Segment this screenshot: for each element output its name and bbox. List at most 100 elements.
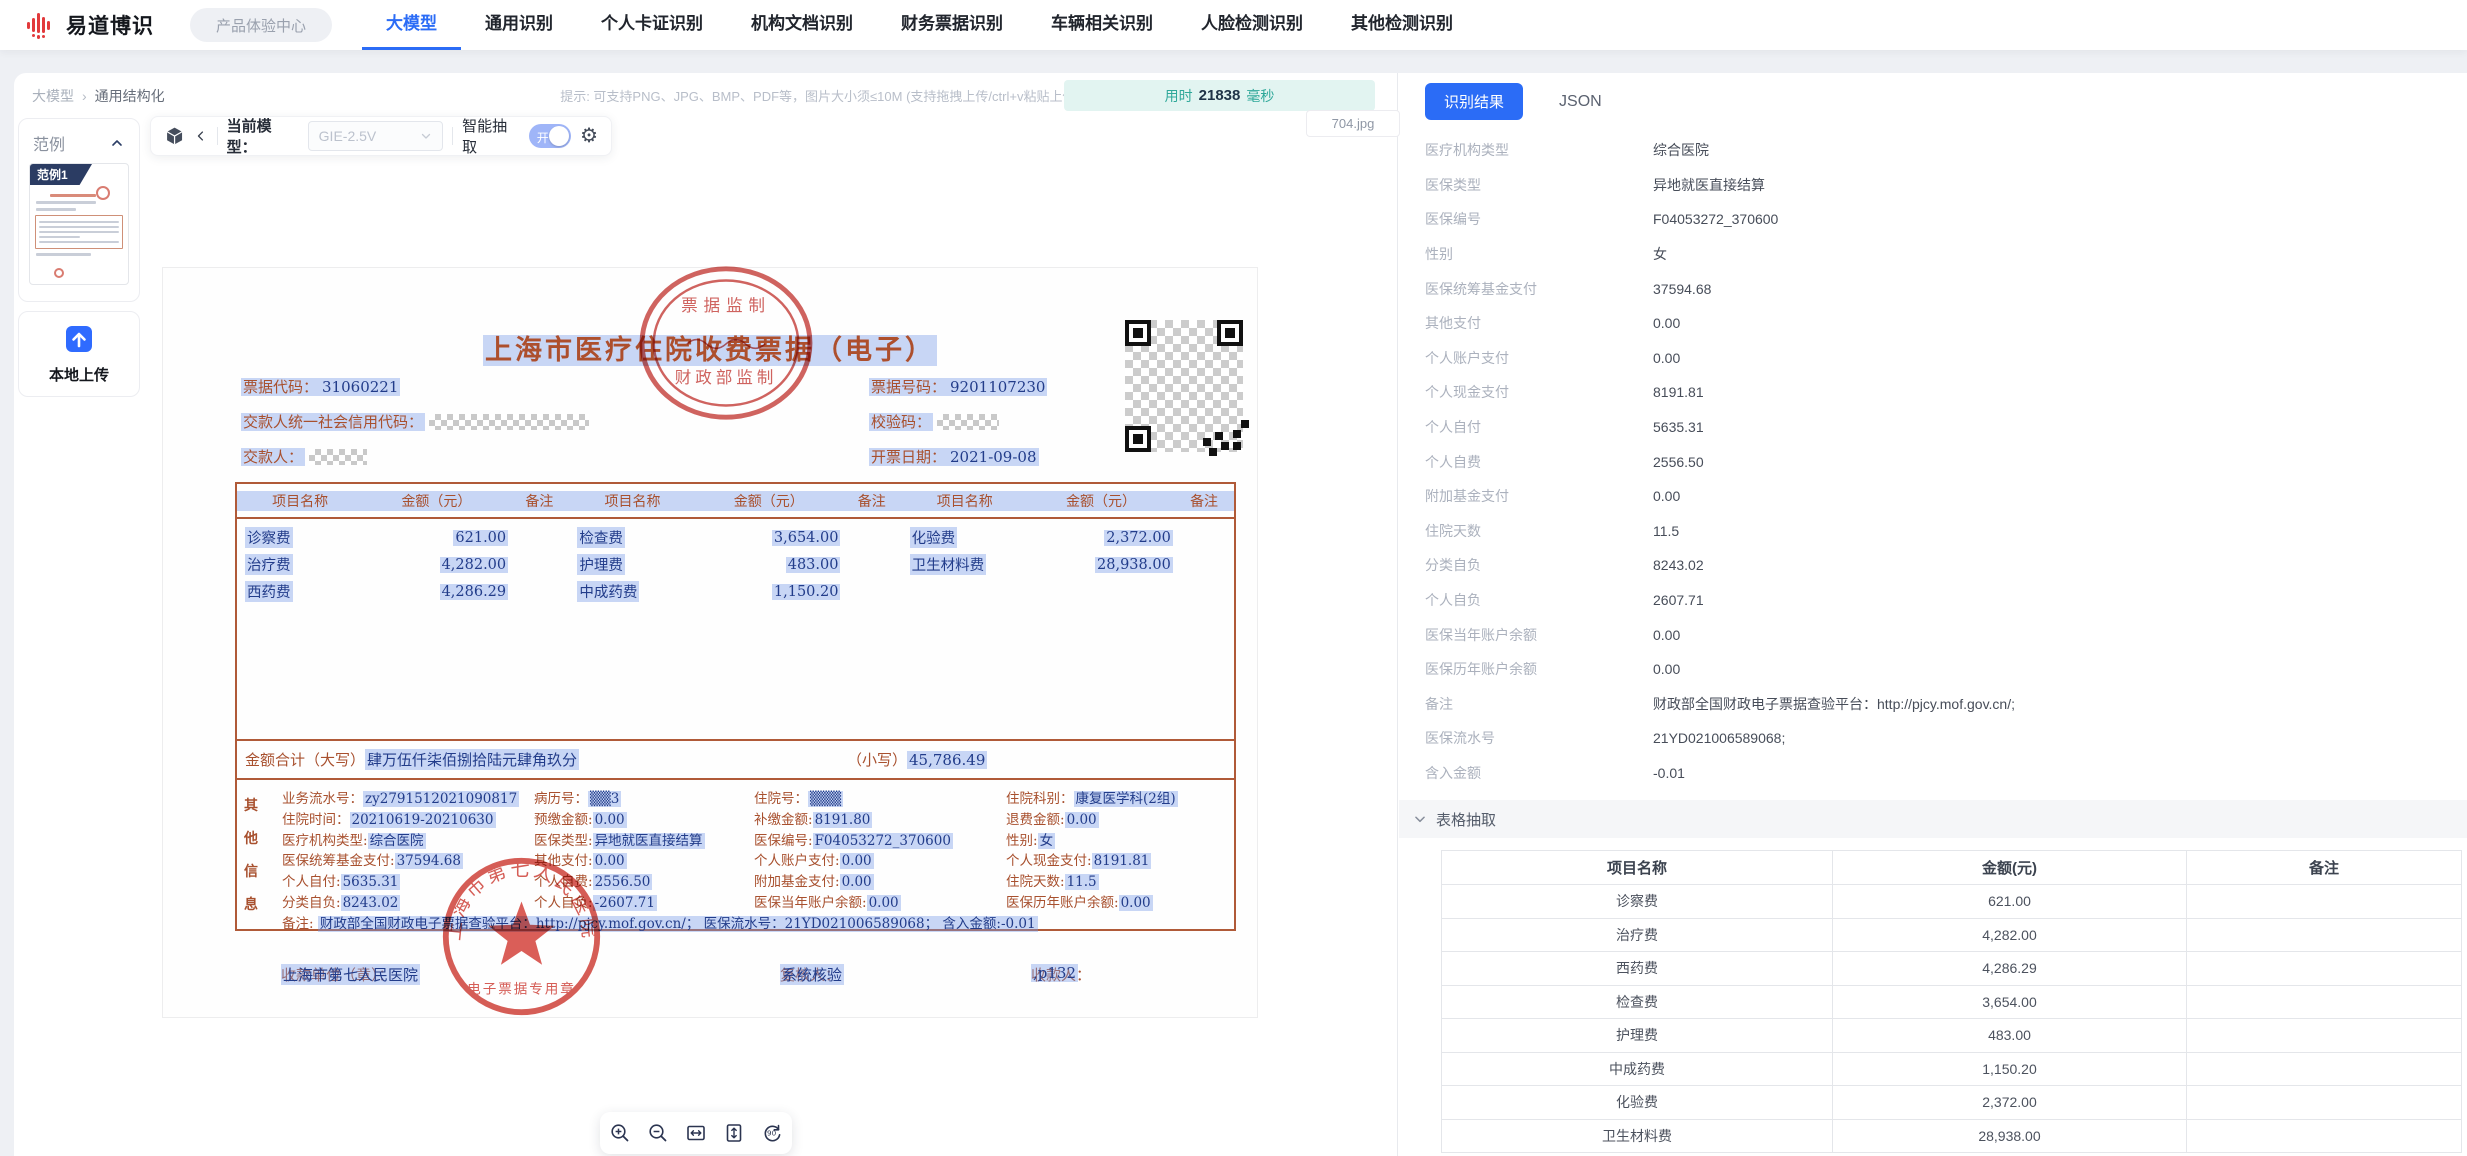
result-field-row: 个人自负 2607.71	[1425, 583, 2445, 618]
invoice-field-code: 票据代码：31060221	[241, 376, 400, 397]
svg-text:票据监制: 票据监制	[681, 296, 771, 315]
result-field-value: 女	[1653, 244, 1667, 264]
cell-note	[2187, 985, 2462, 1019]
column-header-note: 备注	[2187, 851, 2462, 885]
result-field-value: 11.5	[1653, 523, 1679, 539]
tab-json[interactable]: JSON	[1559, 93, 1602, 111]
rotate-90-icon[interactable]: 90	[761, 1122, 783, 1144]
result-field-value: 8191.81	[1653, 384, 1704, 400]
tab-recognition-result[interactable]: 识别结果	[1425, 83, 1523, 120]
example-badge: 范例1	[30, 164, 92, 185]
breadcrumb-separator: ›	[82, 88, 87, 104]
result-field-row: 个人账户支付 0.00	[1425, 341, 2445, 376]
extracted-table-row: 西药费 4,286.29	[1442, 952, 2462, 986]
breadcrumb: 大模型 › 通用结构化	[32, 86, 165, 106]
hospital-round-stamp: 上海市第七人民医院 电子票据专用章	[439, 854, 604, 1019]
table-extract-section-header[interactable]: 表格抽取	[1399, 800, 2467, 838]
nav-tab[interactable]: 个人卡证识别	[577, 0, 727, 50]
other-info-cell: 住院科别：康复医学科(2组)	[1006, 787, 1228, 808]
image-zoom-toolbar: 90	[600, 1112, 792, 1154]
nav-tab-label: 个人卡证识别	[601, 14, 703, 33]
invoice-other-info-block: 其他信息 业务流水号：zy2791512021090817 病历号：▒▒3 住院…	[235, 778, 1236, 931]
cell-amount: 621.00	[1833, 885, 2187, 919]
result-field-label: 个人自费	[1425, 452, 1653, 472]
column-header-item: 项目名称	[1442, 851, 1833, 885]
result-field-value: 21YD021006589068;	[1653, 730, 1785, 746]
cube-icon[interactable]	[164, 125, 185, 147]
invoice-field-number: 票据号码：9201107230	[869, 376, 1047, 397]
other-info-grid: 业务流水号：zy2791512021090817 病历号：▒▒3 住院号：▒▒▒…	[282, 787, 1228, 933]
result-field-row: 医保统筹基金支付 37594.68	[1425, 271, 2445, 306]
qr-code	[1125, 320, 1243, 452]
gear-icon[interactable]: ⚙	[580, 126, 598, 146]
fit-width-icon[interactable]	[685, 1122, 707, 1144]
other-info-cell: 退费金额:0.00	[1006, 808, 1228, 829]
invoice-item: 护理费483.00	[569, 551, 901, 578]
cell-amount: 2,372.00	[1833, 1086, 2187, 1120]
result-field-value: 8243.02	[1653, 557, 1704, 573]
nav-tab[interactable]: 通用识别	[461, 0, 577, 50]
result-field-value: 0.00	[1653, 661, 1680, 677]
cell-amount: 28,938.00	[1833, 1119, 2187, 1153]
invoice-image-canvas[interactable]: 上海市医疗住院收费票据（电子） 票据监制 财政部监制 票据代码：31060221…	[162, 267, 1258, 1018]
other-info-cell: 业务流水号：zy2791512021090817	[282, 787, 534, 808]
breadcrumb-current: 通用结构化	[95, 86, 165, 106]
fit-height-icon[interactable]	[723, 1122, 745, 1144]
toggle-knob	[549, 126, 569, 146]
result-field-value: 2607.71	[1653, 592, 1704, 608]
upload-icon	[63, 323, 95, 355]
extracted-table-row: 治疗费 4,282.00	[1442, 918, 2462, 952]
model-label: 当前模型：	[227, 115, 299, 157]
fiscal-oval-stamp: 票据监制 财政部监制	[633, 260, 819, 426]
cell-note	[2187, 885, 2462, 919]
result-field-label: 医保当年账户余额	[1425, 625, 1653, 645]
result-field-label: 备注	[1425, 694, 1653, 714]
invoice-field-payer: 交款人：	[241, 446, 367, 467]
other-info-cell: 性别:女	[1006, 829, 1228, 850]
smart-extract-toggle[interactable]: 开	[529, 124, 571, 148]
example-thumbnail[interactable]: 范例1	[29, 163, 129, 285]
masked-value	[937, 414, 999, 430]
model-select[interactable]: GIE-2.5V	[308, 121, 443, 151]
result-field-value: 0.00	[1653, 350, 1680, 366]
local-upload-button[interactable]: 本地上传	[18, 311, 140, 397]
result-field-row: 分类自负 8243.02	[1425, 548, 2445, 583]
nav-tab-label: 财务票据识别	[901, 14, 1003, 33]
breadcrumb-parent[interactable]: 大模型	[32, 86, 74, 106]
viewer-toolbar: 当前模型： GIE-2.5V 智能抽取 开 ⚙	[150, 116, 612, 156]
nav-tab[interactable]: 人脸检测识别	[1177, 0, 1327, 50]
invoice-item: 诊察费621.00	[237, 524, 569, 551]
nav-tab[interactable]: 财务票据识别	[877, 0, 1027, 50]
recognition-result-panel: 识别结果 JSON 医疗机构类型 综合医院 医保类型 异地就医直接结算 医保编号…	[1397, 73, 2467, 1156]
invoice-field-payer-code: 交款人统一社会信用代码：	[241, 411, 589, 432]
logo-soundwave-icon	[24, 8, 58, 42]
result-field-value: 5635.31	[1653, 419, 1704, 435]
result-field-row: 个人自付 5635.31	[1425, 410, 2445, 445]
brand-name: 易道博识	[66, 10, 154, 40]
zoom-in-icon[interactable]	[609, 1122, 631, 1144]
experience-center-button[interactable]: 产品体验中心	[190, 8, 332, 42]
result-field-value: 财政部全国财政电子票据查验平台：http://pjcy.mof.gov.cn/;	[1653, 694, 2015, 714]
result-field-row: 含入金额 -0.01	[1425, 756, 2445, 791]
nav-tab[interactable]: 大模型	[362, 0, 461, 50]
other-info-cell: 预缴金额:0.00	[534, 808, 754, 829]
toolbar-divider	[217, 127, 218, 145]
cell-item-name: 卫生材料费	[1442, 1119, 1833, 1153]
result-field-value: 异地就医直接结算	[1653, 175, 1765, 195]
toggle-on-text: 开	[537, 129, 549, 146]
nav-tab[interactable]: 车辆相关识别	[1027, 0, 1177, 50]
nav-tab[interactable]: 其他检测识别	[1327, 0, 1477, 50]
other-info-cell: 医保历年账户余额:0.00	[1006, 891, 1228, 912]
upload-tip-text: 提示: 可支持PNG、JPG、BMP、PDF等，图片大小须≤10M (支持拖拽上…	[480, 86, 1160, 105]
result-field-row: 其他支付 0.00	[1425, 306, 2445, 341]
nav-tab[interactable]: 机构文档识别	[727, 0, 877, 50]
other-info-cell: 医保当年账户余额:0.00	[754, 891, 1006, 912]
result-field-value: 综合医院	[1653, 140, 1709, 160]
other-info-cell: 病历号：▒▒3	[534, 787, 754, 808]
brand-logo[interactable]: 易道博识	[24, 8, 154, 42]
collapse-left-icon[interactable]	[194, 125, 207, 147]
other-info-cell: 医保类型:异地就医直接结算	[534, 829, 754, 850]
result-field-label: 医保统筹基金支付	[1425, 279, 1653, 299]
zoom-out-icon[interactable]	[647, 1122, 669, 1144]
chevron-up-icon[interactable]	[109, 135, 125, 151]
